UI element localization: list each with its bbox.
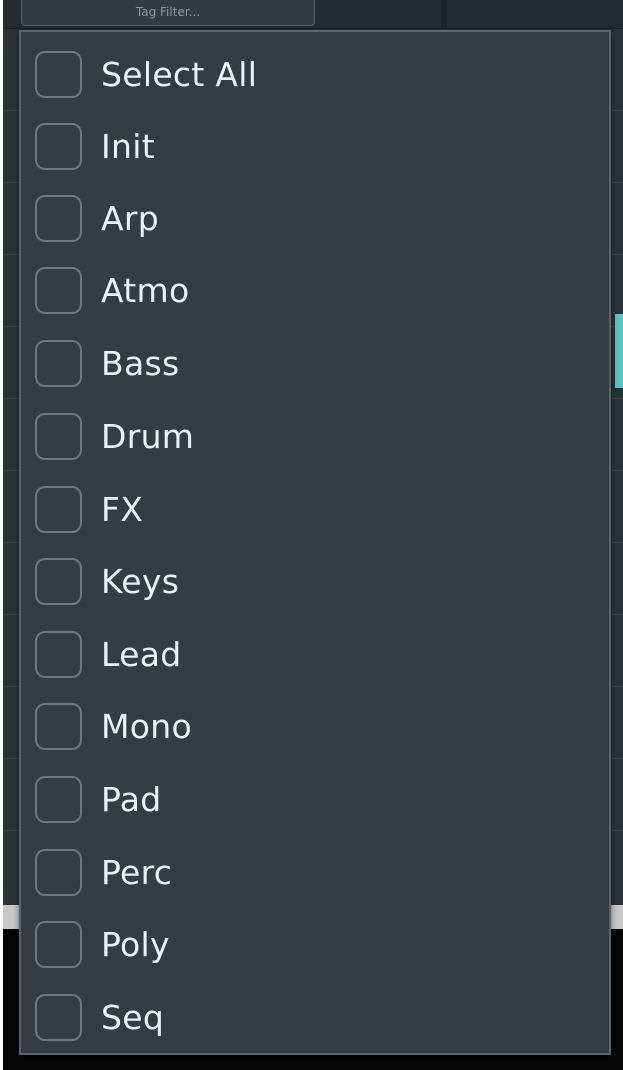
- option-label: Pad: [101, 779, 162, 819]
- option-perc[interactable]: Perc: [21, 836, 609, 908]
- option-label: Poly: [101, 924, 170, 964]
- toolbar-divider: [441, 0, 447, 28]
- checkbox[interactable]: [35, 50, 82, 98]
- option-label: Drum: [101, 416, 195, 456]
- option-init[interactable]: Init: [21, 110, 609, 182]
- option-keys[interactable]: Keys: [21, 545, 609, 617]
- option-bass[interactable]: Bass: [21, 327, 609, 399]
- option-label: Arp: [101, 198, 159, 238]
- option-drum[interactable]: Drum: [21, 400, 609, 472]
- checkbox[interactable]: [35, 702, 82, 750]
- option-label: Keys: [101, 561, 180, 601]
- option-mono[interactable]: Mono: [21, 690, 609, 762]
- checkbox[interactable]: [35, 266, 82, 314]
- tag-filter-dropdown: Select All Init Arp Atmo Bass Drum FX Ke…: [19, 30, 611, 1055]
- option-pad[interactable]: Pad: [21, 763, 609, 835]
- checkbox[interactable]: [35, 920, 82, 968]
- option-lead[interactable]: Lead: [21, 618, 609, 690]
- option-seq[interactable]: Seq: [21, 981, 609, 1053]
- checkbox[interactable]: [35, 485, 82, 533]
- checkbox[interactable]: [35, 412, 82, 460]
- checkbox[interactable]: [35, 993, 82, 1041]
- option-arp[interactable]: Arp: [21, 182, 609, 254]
- tag-filter-input[interactable]: Tag Filter...: [21, 0, 315, 26]
- checkbox[interactable]: [35, 630, 82, 678]
- option-label: Select All: [101, 54, 258, 94]
- selected-row-highlight: [615, 314, 623, 388]
- option-label: Lead: [101, 634, 182, 674]
- checkbox[interactable]: [35, 194, 82, 242]
- checkbox[interactable]: [35, 557, 82, 605]
- checkbox[interactable]: [35, 339, 82, 387]
- option-atmo[interactable]: Atmo: [21, 254, 609, 326]
- option-label: FX: [101, 489, 144, 529]
- option-label: Bass: [101, 343, 180, 383]
- checkbox[interactable]: [35, 775, 82, 823]
- option-fx[interactable]: FX: [21, 473, 609, 545]
- option-label: Init: [101, 126, 155, 166]
- option-label: Atmo: [101, 270, 190, 310]
- option-poly[interactable]: Poly: [21, 908, 609, 980]
- background-toolbar: Tag Filter...: [3, 0, 623, 29]
- option-label: Perc: [101, 852, 173, 892]
- checkbox[interactable]: [35, 848, 82, 896]
- checkbox[interactable]: [35, 122, 82, 170]
- option-label: Mono: [101, 706, 192, 746]
- option-select-all[interactable]: Select All: [21, 38, 609, 110]
- option-label: Seq: [101, 997, 165, 1037]
